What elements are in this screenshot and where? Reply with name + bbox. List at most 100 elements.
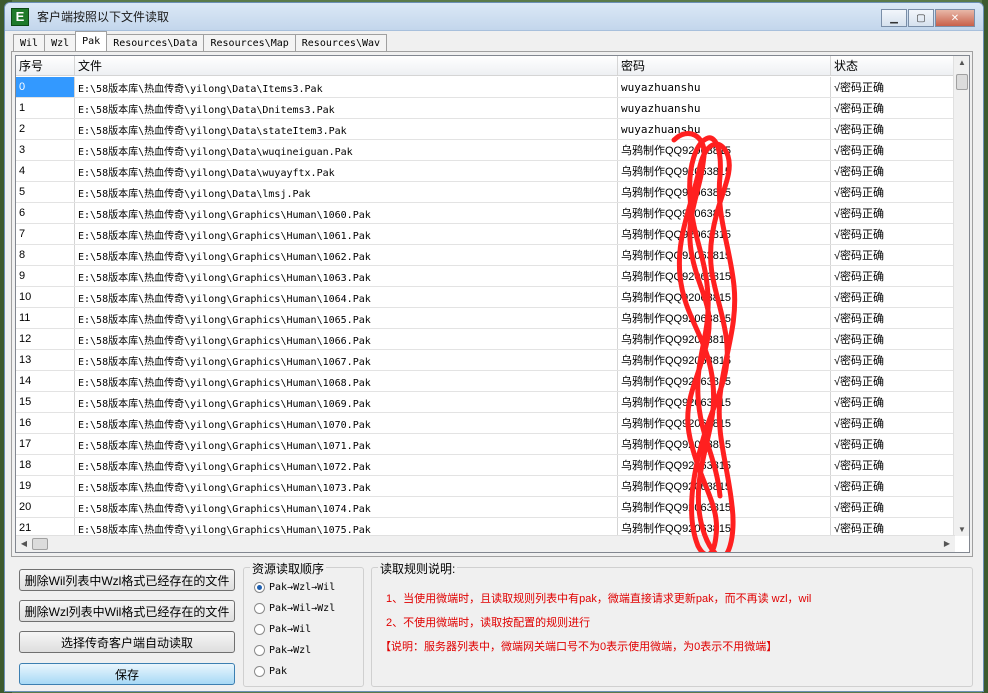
table-row[interactable]: 16 E:\58版本库\热血传奇\yilong\Graphics\Human\10… bbox=[16, 413, 955, 434]
rules-group: 读取规则说明: 1、当使用微端时，且读取规则列表中有pak，微端直接请求更新pa… bbox=[371, 560, 973, 687]
vertical-scrollbar[interactable]: ▲ ▼ bbox=[953, 56, 969, 536]
radio-circle-icon[interactable] bbox=[254, 645, 265, 656]
scroll-left-icon[interactable]: ◀ bbox=[16, 539, 32, 548]
table-row[interactable]: 18 E:\58版本库\热血传奇\yilong\Graphics\Human\10… bbox=[16, 455, 955, 476]
row-password: 乌鸦制作QQ92063815 bbox=[618, 140, 831, 160]
table-row[interactable]: 15 E:\58版本库\热血传奇\yilong\Graphics\Human\10… bbox=[16, 392, 955, 413]
tab-wzl[interactable]: Wzl bbox=[44, 34, 77, 51]
table-row[interactable]: 6 E:\58版本库\热血传奇\yilong\Graphics\Human\106… bbox=[16, 203, 955, 224]
table-row[interactable]: 10 E:\58版本库\热血传奇\yilong\Graphics\Human\10… bbox=[16, 287, 955, 308]
header-index[interactable]: 序号 bbox=[16, 56, 75, 75]
delete-wil-duplicates-button[interactable]: 删除Wil列表中Wzl格式已经存在的文件 bbox=[19, 569, 235, 591]
resource-order-group: 资源读取顺序 Pak→Wzl→Wil Pak→Wil→Wzl Pak→Wil Pak→… bbox=[243, 560, 364, 687]
table-row[interactable]: 14 E:\58版本库\热血传奇\yilong\Graphics\Human\10… bbox=[16, 371, 955, 392]
table-row[interactable]: 8 E:\58版本库\热血传奇\yilong\Graphics\Human\106… bbox=[16, 245, 955, 266]
tab-strip: Wil Wzl Pak Resources\Data Resources\Map Reso… bbox=[13, 31, 388, 51]
row-password: wuyazhuanshu bbox=[618, 98, 831, 118]
row-status: √密码正确 bbox=[831, 392, 955, 412]
row-index: 14 bbox=[16, 371, 75, 391]
tab-resources-map[interactable]: Resources\Map bbox=[203, 34, 296, 51]
title-bar[interactable]: E 客户端按照以下文件读取 ▁ ▢ ✕ bbox=[5, 3, 983, 31]
tab-pak[interactable]: Pak bbox=[75, 31, 108, 51]
order-option-label: Pak→Wzl→Wil bbox=[269, 582, 336, 593]
horizontal-scroll-thumb[interactable] bbox=[32, 538, 48, 550]
table-row[interactable]: 7 E:\58版本库\热血传奇\yilong\Graphics\Human\106… bbox=[16, 224, 955, 245]
order-option-label: Pak→Wil→Wzl bbox=[269, 603, 336, 614]
minimize-button[interactable]: ▁ bbox=[881, 9, 907, 27]
horizontal-scrollbar[interactable]: ◀ ▶ bbox=[16, 535, 955, 552]
table-row[interactable]: 13 E:\58版本库\热血传奇\yilong\Graphics\Human\10… bbox=[16, 350, 955, 371]
row-index: 15 bbox=[16, 392, 75, 412]
header-file[interactable]: 文件 bbox=[75, 56, 618, 75]
app-icon: E bbox=[11, 7, 29, 26]
row-index: 9 bbox=[16, 266, 75, 286]
rule-line-2: 2、不使用微端时，读取按配置的规则进行 bbox=[386, 617, 591, 629]
order-option-label: Pak→Wzl bbox=[269, 645, 312, 656]
tab-resources-data[interactable]: Resources\Data bbox=[106, 34, 205, 51]
row-password: wuyazhuanshu bbox=[618, 77, 831, 97]
row-index: 7 bbox=[16, 224, 75, 244]
row-index: 10 bbox=[16, 287, 75, 307]
table-row[interactable]: 12 E:\58版本库\热血传奇\yilong\Graphics\Human\10… bbox=[16, 329, 955, 350]
row-file-path: E:\58版本库\热血传奇\yilong\Data\stateItem3.Pak bbox=[75, 119, 618, 139]
scroll-right-icon[interactable]: ▶ bbox=[939, 539, 955, 548]
close-button[interactable]: ✕ bbox=[935, 9, 975, 27]
row-file-path: E:\58版本库\热血传奇\yilong\Data\Items3.Pak bbox=[75, 77, 618, 97]
row-index: 17 bbox=[16, 434, 75, 454]
row-password: wuyazhuanshu bbox=[618, 119, 831, 139]
row-index: 19 bbox=[16, 476, 75, 496]
tab-wil[interactable]: Wil bbox=[13, 34, 46, 51]
maximize-button[interactable]: ▢ bbox=[908, 9, 934, 27]
tab-resources-wav[interactable]: Resources\Wav bbox=[294, 34, 388, 51]
table-row[interactable]: 19 E:\58版本库\热血传奇\yilong\Graphics\Human\10… bbox=[16, 476, 955, 497]
scroll-up-icon[interactable]: ▲ bbox=[954, 58, 969, 67]
row-password: 乌鸦制作QQ92063815 bbox=[618, 182, 831, 202]
radio-circle-icon[interactable] bbox=[254, 624, 265, 635]
row-index: 2 bbox=[16, 119, 75, 139]
row-password: 乌鸦制作QQ92063815 bbox=[618, 329, 831, 349]
order-option-radio[interactable]: Pak→Wzl→Wil bbox=[254, 582, 335, 593]
row-password: 乌鸦制作QQ92063815 bbox=[618, 245, 831, 265]
row-index: 12 bbox=[16, 329, 75, 349]
radio-circle-icon[interactable] bbox=[254, 666, 265, 677]
table-row[interactable]: 3 E:\58版本库\热血传奇\yilong\Data\wuqineiguan.P… bbox=[16, 140, 955, 161]
order-option-radio[interactable]: Pak→Wil→Wzl bbox=[254, 603, 335, 614]
auto-read-client-button[interactable]: 选择传奇客户端自动读取 bbox=[19, 631, 235, 653]
row-file-path: E:\58版本库\热血传奇\yilong\Graphics\Human\1062… bbox=[75, 245, 618, 265]
radio-circle-icon[interactable] bbox=[254, 582, 265, 593]
row-status: √密码正确 bbox=[831, 476, 955, 496]
order-option-label: Pak→Wil bbox=[269, 624, 312, 635]
table-row[interactable]: 4 E:\58版本库\热血传奇\yilong\Data\wuyayftx.Pak 乌… bbox=[16, 161, 955, 182]
table-row[interactable]: 0 E:\58版本库\热血传奇\yilong\Data\Items3.Pak wuy… bbox=[16, 77, 955, 98]
header-status[interactable]: 状态 bbox=[831, 56, 955, 75]
row-file-path: E:\58版本库\热血传奇\yilong\Graphics\Human\1072… bbox=[75, 455, 618, 475]
row-file-path: E:\58版本库\热血传奇\yilong\Data\wuqineiguan.Pa… bbox=[75, 140, 618, 160]
row-password: 乌鸦制作QQ92063815 bbox=[618, 497, 831, 517]
delete-wzl-duplicates-button[interactable]: 删除Wzl列表中Wil格式已经存在的文件 bbox=[19, 600, 235, 622]
order-option-radio[interactable]: Pak bbox=[254, 666, 287, 677]
table-row[interactable]: 9 E:\58版本库\热血传奇\yilong\Graphics\Human\106… bbox=[16, 266, 955, 287]
order-option-radio[interactable]: Pak→Wzl bbox=[254, 645, 311, 656]
table-row[interactable]: 1 E:\58版本库\热血传奇\yilong\Data\Dnitems3.Pak w… bbox=[16, 98, 955, 119]
row-status: √密码正确 bbox=[831, 161, 955, 181]
row-file-path: E:\58版本库\热血传奇\yilong\Graphics\Human\1060… bbox=[75, 203, 618, 223]
table-row[interactable]: 2 E:\58版本库\热血传奇\yilong\Data\stateItem3.Pa… bbox=[16, 119, 955, 140]
row-index: 20 bbox=[16, 497, 75, 517]
row-status: √密码正确 bbox=[831, 98, 955, 118]
vertical-scroll-thumb[interactable] bbox=[956, 74, 968, 90]
row-file-path: E:\58版本库\热血传奇\yilong\Graphics\Human\1063… bbox=[75, 266, 618, 286]
table-row[interactable]: 11 E:\58版本库\热血传奇\yilong\Graphics\Human\10… bbox=[16, 308, 955, 329]
file-grid[interactable]: 序号 文件 密码 状态 0 E:\58版本库\热血传奇\yilong\Data\I… bbox=[15, 55, 970, 553]
save-button[interactable]: 保存 bbox=[19, 663, 235, 685]
scroll-down-icon[interactable]: ▼ bbox=[954, 525, 969, 534]
table-row[interactable]: 5 E:\58版本库\热血传奇\yilong\Data\lmsj.Pak 乌鸦制作Q… bbox=[16, 182, 955, 203]
row-file-path: E:\58版本库\热血传奇\yilong\Data\wuyayftx.Pak bbox=[75, 161, 618, 181]
row-status: √密码正确 bbox=[831, 497, 955, 517]
table-row[interactable]: 20 E:\58版本库\热血传奇\yilong\Graphics\Human\10… bbox=[16, 497, 955, 518]
table-row[interactable]: 17 E:\58版本库\热血传奇\yilong\Graphics\Human\10… bbox=[16, 434, 955, 455]
row-index: 18 bbox=[16, 455, 75, 475]
order-option-radio[interactable]: Pak→Wil bbox=[254, 624, 311, 635]
row-index: 8 bbox=[16, 245, 75, 265]
radio-circle-icon[interactable] bbox=[254, 603, 265, 614]
header-password[interactable]: 密码 bbox=[618, 56, 831, 75]
